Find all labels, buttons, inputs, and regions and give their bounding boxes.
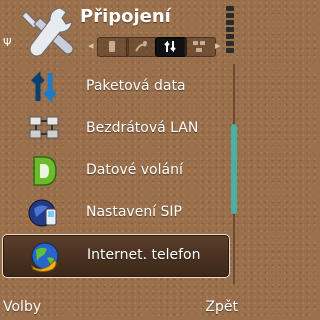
- network-icon: [193, 41, 205, 52]
- header: Ψ Připojení ◂ ▸: [0, 0, 240, 60]
- packet-data-icon: [31, 71, 57, 103]
- tab-network[interactable]: [184, 37, 216, 57]
- options-softkey[interactable]: Volby: [3, 299, 41, 315]
- list-item-label: Paketová data: [86, 78, 186, 94]
- tab-left-arrow-icon[interactable]: ◂: [88, 39, 94, 52]
- scroll-thumb[interactable]: [231, 124, 237, 214]
- signal-antenna-icon: Ψ: [3, 36, 12, 49]
- scrollbar[interactable]: [231, 64, 237, 284]
- list-item-data-call[interactable]: Datové volání: [2, 150, 228, 192]
- list-item-wlan[interactable]: Bezdrátová LAN: [2, 108, 228, 150]
- list-item-label: Bezdrátová LAN: [86, 120, 199, 136]
- sip-settings-icon: [28, 199, 57, 227]
- data-call-icon: [33, 156, 57, 186]
- battery-indicator: [226, 6, 234, 58]
- tab-bar: ◂ ▸: [88, 37, 221, 57]
- tab-phone[interactable]: [97, 37, 129, 57]
- back-softkey[interactable]: Zpět: [205, 299, 238, 315]
- tab-data-transfer[interactable]: [155, 37, 187, 57]
- tab-link[interactable]: [126, 37, 158, 57]
- tab-right-arrow-icon[interactable]: ▸: [215, 39, 221, 52]
- wlan-icon: [29, 116, 59, 139]
- list-item-label: Nastavení SIP: [86, 204, 182, 220]
- list-item-sip-settings[interactable]: Nastavení SIP: [2, 192, 228, 234]
- list-item-internet-phone[interactable]: Internet. telefon: [2, 234, 230, 278]
- list-item-label: Internet. telefon: [87, 247, 201, 263]
- link-icon: [135, 41, 147, 52]
- list-item-label: Datové volání: [86, 162, 183, 178]
- wrench-screwdriver-icon: [21, 7, 74, 57]
- softkey-bar: Volby Zpět: [0, 296, 240, 320]
- list-item-packet-data[interactable]: Paketová data: [2, 66, 228, 108]
- data-arrows-icon: [164, 40, 176, 53]
- page-title: Připojení: [80, 6, 171, 27]
- phone-icon: [109, 41, 115, 52]
- internet-phone-icon: [30, 242, 59, 272]
